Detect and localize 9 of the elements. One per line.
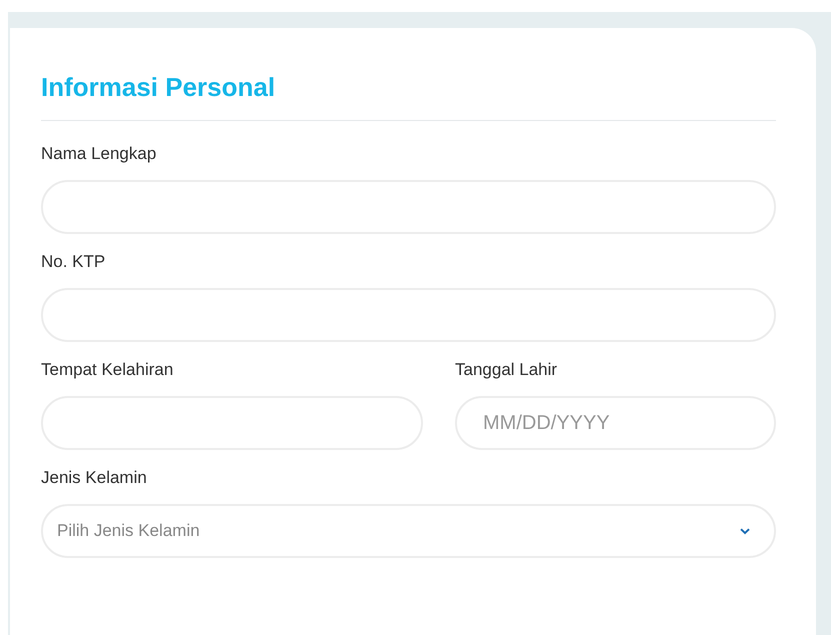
date-field[interactable]: MM/DD/YYYY — [455, 396, 776, 450]
field-label: Nama Lengkap — [41, 143, 158, 165]
section-title: Informasi Personal — [41, 71, 276, 104]
chevron-down-icon — [740, 528, 750, 534]
field-label: Tanggal Lahir — [455, 359, 558, 381]
field-label: Jenis Kelamin — [41, 467, 148, 489]
field-label: Tempat Kelahiran — [41, 359, 174, 381]
field-label: No. KTP — [41, 251, 106, 273]
select-field[interactable]: Pilih Jenis Kelamin — [41, 504, 776, 558]
